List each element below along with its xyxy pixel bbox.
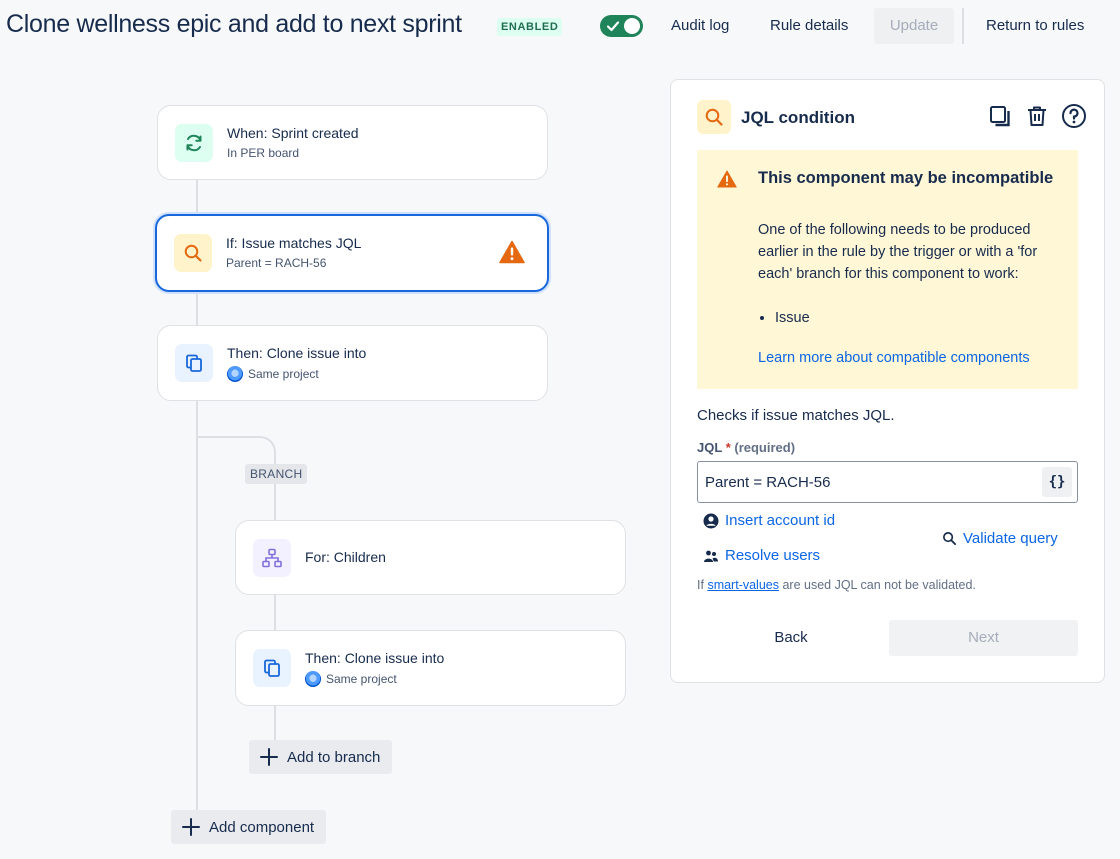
condition-card[interactable]: If: Issue matches JQL Parent = RACH-56 [155, 214, 549, 292]
smart-values-button[interactable]: {} [1042, 467, 1072, 497]
branch-action-icon-box [253, 649, 291, 687]
user-avatar-icon [703, 513, 719, 528]
trigger-icon-box [175, 124, 213, 162]
branch-icon-box [253, 539, 291, 577]
help-button[interactable] [1060, 102, 1088, 130]
learn-more-link[interactable]: Learn more about compatible components [758, 350, 1030, 366]
trigger-subtitle: In PER board [227, 146, 300, 160]
incompatibility-warning: This component may be incompatible One o… [697, 150, 1078, 389]
delete-button[interactable] [1023, 102, 1051, 130]
condition-icon-box [174, 234, 212, 272]
plus-icon [260, 748, 278, 766]
jql-label-text: JQL [697, 440, 723, 455]
duplicate-button[interactable] [986, 102, 1014, 130]
warning-icon [717, 170, 737, 188]
action-card[interactable]: Then: Clone issue into Same project [157, 325, 548, 401]
panel-title: JQL condition [741, 108, 855, 127]
next-button[interactable]: Next [889, 620, 1078, 656]
branch-action-subtitle: Same project [326, 672, 397, 686]
check-icon [606, 21, 620, 32]
audit-log-button[interactable]: Audit log [661, 8, 739, 44]
add-component-label: Add component [209, 818, 315, 836]
required-list: Issue [758, 310, 810, 326]
branch-for-title: For: Children [305, 549, 386, 565]
branch-action-subtitle-row: Same project [305, 671, 397, 687]
required-asterisk: * [725, 440, 731, 455]
rule-title: Clone wellness epic and add to next spri… [6, 10, 462, 38]
action-title: Then: Clone issue into [227, 345, 367, 361]
rule-header: Clone wellness epic and add to next spri… [0, 0, 1120, 54]
branch-connector [196, 436, 276, 466]
search-icon [943, 532, 957, 546]
branch-label: BRANCH [245, 464, 308, 484]
help-prefix: If [697, 578, 704, 592]
jql-field-label: JQL * (required) [697, 440, 795, 455]
smart-values-link[interactable]: smart-values [707, 578, 779, 592]
validate-query-link[interactable]: Validate query [942, 530, 1058, 547]
branch-action-title: Then: Clone issue into [305, 650, 445, 666]
condition-subtitle: Parent = RACH-56 [226, 256, 327, 270]
insert-account-id-label: Insert account id [725, 512, 836, 529]
status-badge: ENABLED [497, 18, 563, 36]
refresh-icon [186, 134, 202, 152]
warning-body: One of the following needs to be produce… [758, 222, 1038, 282]
action-icon-box [175, 344, 213, 382]
help-icon [1062, 104, 1086, 128]
plus-icon [182, 818, 200, 836]
branch-action-card[interactable]: Then: Clone issue into Same project [235, 630, 626, 706]
project-avatar [227, 366, 243, 382]
rule-details-button[interactable]: Rule details [760, 8, 858, 44]
add-to-branch-label: Add to branch [287, 748, 381, 766]
return-to-rules-button[interactable]: Return to rules [976, 8, 1094, 44]
trigger-title: When: Sprint created [227, 125, 359, 141]
component-config-panel: JQL condition This component may be inco… [670, 79, 1105, 683]
help-suffix: are used JQL can not be validated. [782, 578, 976, 592]
copy-icon [264, 659, 280, 677]
warning-icon [499, 240, 525, 264]
validate-query-label: Validate query [963, 530, 1058, 547]
search-icon [184, 244, 202, 262]
panel-icon-box [697, 100, 731, 134]
back-button[interactable]: Back [697, 620, 885, 656]
toggle-knob [624, 18, 640, 34]
required-text: (required) [734, 440, 796, 455]
rule-enabled-toggle[interactable] [600, 15, 643, 37]
smart-values-help: If smart-values are used JQL can not be … [697, 578, 976, 592]
jql-input-value: Parent = RACH-56 [705, 474, 831, 491]
people-icon [704, 550, 718, 562]
condition-title: If: Issue matches JQL [226, 235, 362, 251]
branch-for-card[interactable]: For: Children [235, 520, 626, 595]
update-button[interactable]: Update [874, 8, 954, 44]
action-subtitle: Same project [248, 367, 319, 381]
project-avatar [305, 671, 321, 687]
resolve-users-link[interactable]: Resolve users [703, 547, 820, 564]
component-description: Checks if issue matches JQL. [697, 407, 895, 424]
add-component-button[interactable]: Add component [171, 810, 327, 844]
panel-toolbar [986, 102, 1088, 130]
trash-icon [1028, 106, 1046, 126]
duplicate-icon [990, 106, 1010, 127]
copy-icon [186, 354, 202, 372]
warning-title: This component may be incompatible [758, 169, 1054, 187]
resolve-users-label: Resolve users [725, 547, 821, 564]
jql-input[interactable]: Parent = RACH-56 {} [697, 461, 1078, 503]
hierarchy-icon [262, 548, 282, 568]
required-item: Issue [775, 310, 810, 326]
trigger-card[interactable]: When: Sprint created In PER board [157, 105, 548, 180]
insert-account-id-link[interactable]: Insert account id [703, 512, 835, 529]
action-subtitle-row: Same project [227, 366, 319, 382]
search-icon [705, 108, 723, 126]
header-divider [962, 8, 964, 44]
add-to-branch-button[interactable]: Add to branch [249, 740, 393, 774]
